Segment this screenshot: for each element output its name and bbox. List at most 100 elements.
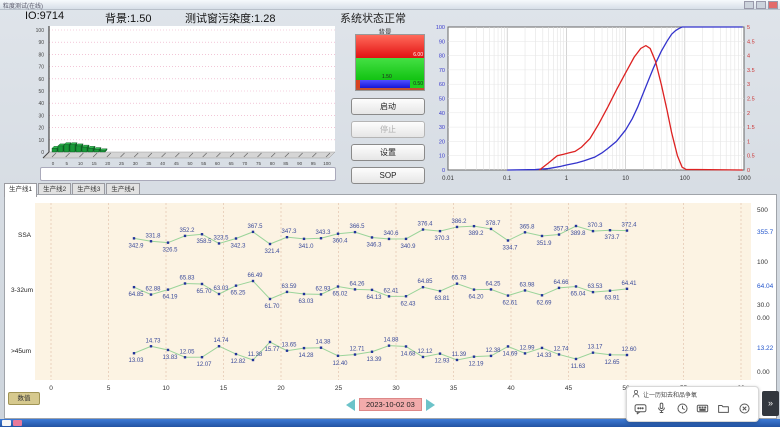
svg-text:0.00: 0.00: [757, 369, 770, 376]
svg-text:346.3: 346.3: [366, 242, 382, 248]
svg-text:2: 2: [747, 111, 750, 117]
svg-text:14.69: 14.69: [502, 351, 518, 357]
svg-text:40: 40: [507, 385, 515, 392]
svg-text:1: 1: [747, 139, 750, 145]
ime-toolbar: 让一历知去和品争氧: [626, 386, 759, 422]
svg-text:62.69: 62.69: [536, 300, 552, 306]
svg-text:11.39: 11.39: [452, 352, 467, 358]
svg-text:340.6: 340.6: [383, 231, 399, 237]
svg-text:370.3: 370.3: [434, 236, 450, 242]
folder-icon[interactable]: [717, 402, 730, 415]
svg-text:30: 30: [439, 125, 445, 131]
ime-icon-row: [627, 399, 758, 415]
svg-text:14.38: 14.38: [315, 340, 331, 346]
svg-text:50: 50: [38, 89, 44, 95]
person-icon: [631, 389, 641, 399]
svg-text:65.04: 65.04: [570, 291, 586, 297]
svg-text:65.70: 65.70: [196, 289, 212, 295]
io-value: IO:9714: [25, 10, 64, 22]
svg-text:341.0: 341.0: [298, 244, 314, 250]
trend-chart: 051015202530354045505560SSA342.9331.8326…: [5, 195, 774, 416]
clock-icon[interactable]: [676, 402, 689, 415]
minimize-button[interactable]: [744, 1, 754, 9]
svg-text:15.77: 15.77: [264, 347, 280, 353]
svg-text:64.19: 64.19: [162, 295, 178, 301]
control-button-3[interactable]: 设置: [351, 144, 425, 161]
svg-text:5: 5: [107, 385, 111, 392]
svg-text:14.88: 14.88: [383, 338, 399, 344]
svg-text:64.13: 64.13: [366, 295, 382, 301]
svg-text:342.9: 342.9: [128, 243, 144, 249]
svg-text:15: 15: [92, 161, 98, 166]
svg-text:70: 70: [439, 68, 445, 74]
previous-date-button[interactable]: [346, 399, 355, 411]
control-button-1[interactable]: 启动: [351, 98, 425, 115]
gauge-mark-low: 0.50: [413, 81, 423, 87]
svg-text:10: 10: [78, 161, 84, 166]
value-mode-button[interactable]: 数值: [8, 392, 40, 405]
date-display[interactable]: 2023-10-02 03: [359, 398, 422, 411]
particle-distribution-chart: 0.010.1110100100001020304050607080901000…: [428, 22, 780, 192]
svg-text:12.05: 12.05: [179, 349, 195, 355]
tab-production-line-1[interactable]: 生产线1: [4, 183, 37, 197]
svg-text:3: 3: [747, 82, 750, 88]
ime-suggestion[interactable]: 让一历知去和品争氧: [643, 390, 697, 399]
svg-text:62.41: 62.41: [383, 288, 399, 294]
taskbar-item[interactable]: [13, 420, 22, 426]
svg-text:334.7: 334.7: [502, 246, 518, 252]
svg-text:100: 100: [680, 176, 691, 182]
svg-text:>45um: >45um: [11, 348, 31, 355]
maximize-button[interactable]: [756, 1, 766, 9]
svg-text:25: 25: [335, 385, 343, 392]
svg-text:323.5: 323.5: [213, 235, 229, 241]
svg-text:0.00: 0.00: [757, 315, 770, 322]
svg-text:389.8: 389.8: [570, 231, 586, 237]
svg-text:12.93: 12.93: [434, 359, 450, 365]
svg-text:389.2: 389.2: [468, 231, 484, 237]
svg-text:63.91: 63.91: [604, 296, 620, 302]
svg-text:12.74: 12.74: [553, 346, 569, 352]
gauge-blue-bar: [360, 80, 410, 88]
svg-text:35: 35: [450, 385, 458, 392]
svg-text:80: 80: [270, 161, 276, 166]
next-date-button[interactable]: [426, 399, 435, 411]
svg-text:40: 40: [38, 101, 44, 107]
histogram-3d-chart: 0102030405060708090100051015202530354045…: [5, 24, 340, 182]
svg-text:0.5: 0.5: [747, 154, 755, 160]
svg-text:64.26: 64.26: [349, 281, 365, 287]
svg-text:4.5: 4.5: [747, 39, 755, 45]
svg-text:12.60: 12.60: [621, 347, 637, 353]
svg-text:14.74: 14.74: [213, 338, 229, 344]
svg-text:0: 0: [52, 161, 55, 166]
svg-text:63.53: 63.53: [587, 284, 603, 290]
svg-text:63.81: 63.81: [434, 296, 450, 302]
svg-text:20: 20: [277, 385, 285, 392]
svg-text:10: 10: [622, 176, 629, 182]
control-button-4[interactable]: SOP: [351, 167, 425, 184]
svg-text:30: 30: [133, 161, 139, 166]
gauge-red-zone: 6.00: [356, 35, 424, 58]
svg-text:10: 10: [162, 385, 170, 392]
svg-text:11.63: 11.63: [571, 364, 586, 370]
svg-text:95: 95: [311, 161, 317, 166]
svg-text:357.3: 357.3: [553, 227, 569, 233]
control-button-2: 停止: [351, 121, 425, 138]
svg-text:12.12: 12.12: [417, 349, 433, 355]
svg-text:70: 70: [242, 161, 248, 166]
close-button[interactable]: [768, 1, 778, 9]
expand-button[interactable]: »: [762, 391, 779, 416]
chat-icon[interactable]: [634, 402, 647, 415]
close-icon[interactable]: [738, 402, 751, 415]
svg-text:60: 60: [439, 82, 445, 88]
taskbar-item[interactable]: [2, 420, 11, 426]
svg-text:372.4: 372.4: [621, 223, 637, 229]
svg-text:90: 90: [439, 39, 445, 45]
svg-text:63.03: 63.03: [298, 299, 314, 305]
keyboard-icon[interactable]: [696, 402, 709, 415]
svg-text:62.93: 62.93: [315, 286, 331, 292]
svg-text:66.49: 66.49: [247, 273, 263, 279]
svg-text:64.41: 64.41: [621, 281, 637, 287]
svg-text:14.73: 14.73: [145, 338, 161, 344]
svg-text:373.7: 373.7: [604, 235, 620, 241]
microphone-icon[interactable]: [655, 402, 668, 415]
